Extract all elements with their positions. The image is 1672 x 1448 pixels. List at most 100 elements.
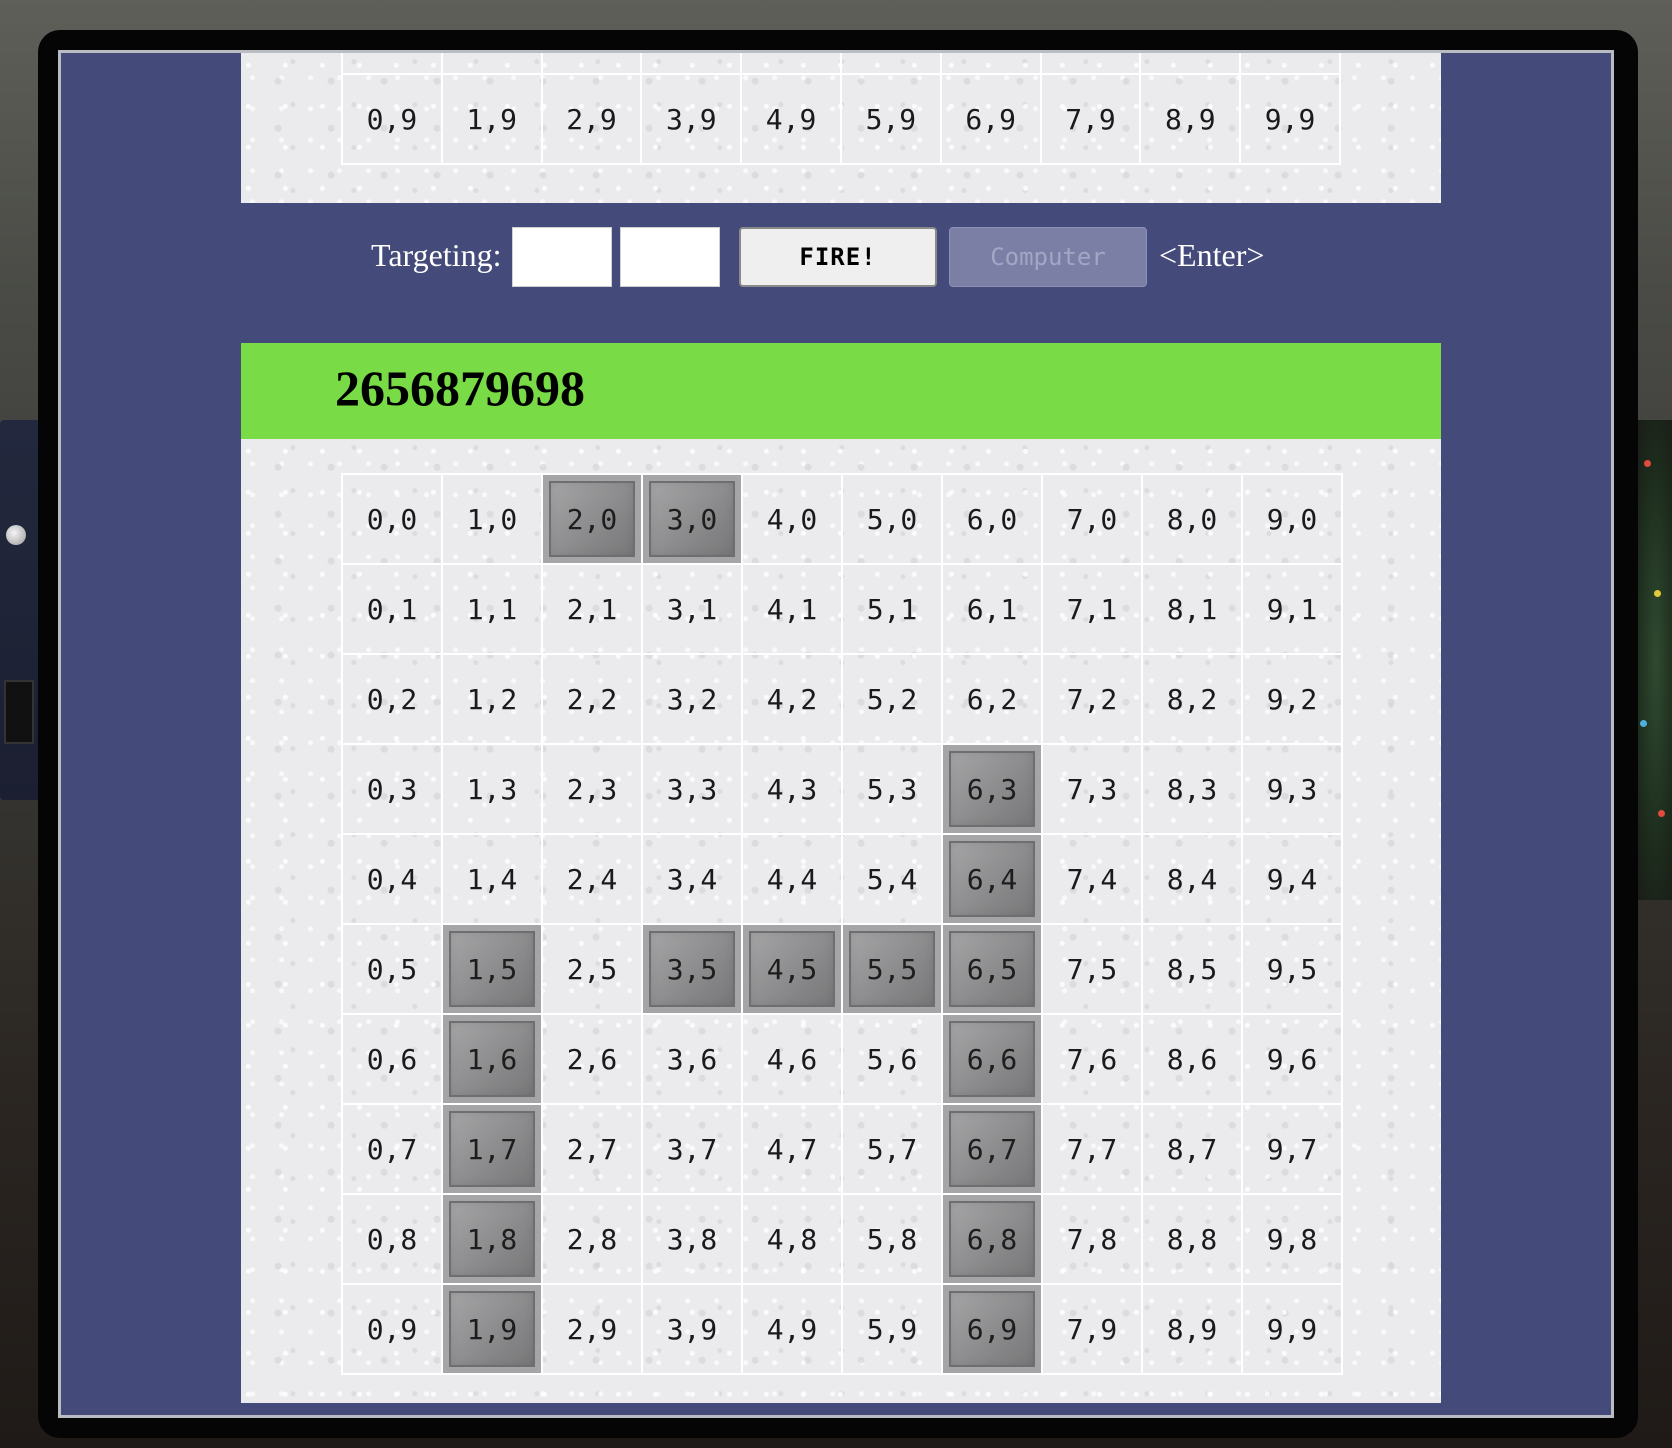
grid-cell[interactable]: 9,4 (1241, 833, 1343, 925)
grid-cell[interactable]: 6,0 (941, 473, 1043, 565)
grid-cell[interactable]: 9,1 (1241, 563, 1343, 655)
grid-cell[interactable]: 7,8 (1041, 1193, 1143, 1285)
grid-cell[interactable]: 9,0 (1241, 473, 1343, 565)
grid-cell[interactable]: 8,2 (1141, 653, 1243, 745)
grid-cell[interactable] (1239, 53, 1341, 75)
grid-cell[interactable]: 2,7 (541, 1103, 643, 1195)
grid-cell[interactable]: 1,4 (441, 833, 543, 925)
grid-cell[interactable]: 5,1 (841, 563, 943, 655)
grid-cell[interactable]: 2,2 (541, 653, 643, 745)
grid-cell[interactable]: 8,8 (1141, 1193, 1243, 1285)
grid-cell[interactable]: 3,4 (641, 833, 743, 925)
grid-cell[interactable]: 7,2 (1041, 653, 1143, 745)
grid-cell[interactable] (1139, 53, 1242, 75)
ship-cell[interactable]: 6,6 (941, 1013, 1043, 1105)
grid-cell[interactable]: 7,0 (1041, 473, 1143, 565)
ship-cell[interactable]: 6,3 (941, 743, 1043, 835)
ship-cell[interactable]: 6,8 (941, 1193, 1043, 1285)
ship-cell[interactable]: 5,5 (841, 923, 943, 1015)
grid-cell[interactable]: 9,2 (1241, 653, 1343, 745)
grid-cell[interactable] (540, 53, 643, 75)
grid-cell[interactable]: 4,2 (741, 653, 843, 745)
grid-cell[interactable]: 5,9 (841, 1283, 943, 1375)
grid-cell[interactable]: 7,4 (1041, 833, 1143, 925)
fire-button[interactable]: FIRE! (739, 227, 937, 287)
grid-cell[interactable]: 1,9 (440, 73, 543, 165)
grid-cell[interactable]: 4,9 (740, 73, 842, 165)
grid-cell[interactable]: 3,1 (641, 563, 743, 655)
grid-cell[interactable] (1039, 53, 1142, 75)
grid-cell[interactable]: 8,7 (1141, 1103, 1243, 1195)
grid-cell[interactable]: 3,6 (641, 1013, 743, 1105)
grid-cell[interactable]: 0,7 (341, 1103, 443, 1195)
grid-cell[interactable]: 4,7 (741, 1103, 843, 1195)
grid-cell[interactable]: 7,3 (1041, 743, 1143, 835)
grid-cell[interactable]: 3,9 (641, 1283, 743, 1375)
grid-cell[interactable]: 2,8 (541, 1193, 643, 1285)
grid-cell[interactable]: 0,3 (341, 743, 443, 835)
grid-cell[interactable]: 9,9 (1241, 1283, 1343, 1375)
grid-cell[interactable]: 7,7 (1041, 1103, 1143, 1195)
grid-cell[interactable]: 7,1 (1041, 563, 1143, 655)
ship-cell[interactable]: 4,5 (741, 923, 843, 1015)
grid-cell[interactable]: 3,9 (640, 73, 743, 165)
ship-cell[interactable]: 6,9 (941, 1283, 1043, 1375)
grid-cell[interactable]: 5,3 (841, 743, 943, 835)
grid-cell[interactable]: 0,0 (341, 473, 443, 565)
grid-cell[interactable]: 5,9 (839, 73, 942, 165)
grid-cell[interactable]: 9,7 (1241, 1103, 1343, 1195)
grid-cell[interactable]: 5,7 (841, 1103, 943, 1195)
ship-cell[interactable]: 1,6 (441, 1013, 543, 1105)
ship-cell[interactable]: 1,5 (441, 923, 543, 1015)
grid-cell[interactable]: 0,8 (341, 1193, 443, 1285)
grid-cell[interactable]: 6,2 (941, 653, 1043, 745)
grid-cell[interactable] (440, 53, 543, 75)
grid-cell[interactable] (839, 53, 942, 75)
grid-cell[interactable]: 4,0 (741, 473, 843, 565)
grid-cell[interactable]: 0,9 (341, 1283, 443, 1375)
grid-cell[interactable]: 4,3 (741, 743, 843, 835)
grid-cell[interactable]: 2,4 (541, 833, 643, 925)
grid-cell[interactable]: 0,5 (341, 923, 443, 1015)
grid-cell[interactable]: 6,9 (939, 73, 1042, 165)
grid-cell[interactable]: 8,6 (1141, 1013, 1243, 1105)
grid-cell[interactable]: 0,9 (341, 73, 443, 165)
grid-cell[interactable]: 1,0 (441, 473, 543, 565)
computer-button[interactable]: Computer (949, 227, 1147, 287)
grid-cell[interactable]: 7,6 (1041, 1013, 1143, 1105)
grid-cell[interactable] (640, 53, 743, 75)
grid-cell[interactable]: 2,6 (541, 1013, 643, 1105)
grid-cell[interactable]: 0,6 (341, 1013, 443, 1105)
grid-cell[interactable]: 8,9 (1141, 1283, 1243, 1375)
grid-cell[interactable] (341, 53, 443, 75)
ship-cell[interactable]: 1,7 (441, 1103, 543, 1195)
grid-cell[interactable]: 7,5 (1041, 923, 1143, 1015)
grid-cell[interactable]: 5,2 (841, 653, 943, 745)
target-y-input[interactable] (620, 227, 720, 287)
grid-cell[interactable]: 2,3 (541, 743, 643, 835)
grid-cell[interactable]: 2,9 (540, 73, 643, 165)
grid-cell[interactable]: 9,3 (1241, 743, 1343, 835)
grid-cell[interactable]: 4,6 (741, 1013, 843, 1105)
ship-cell[interactable]: 6,7 (941, 1103, 1043, 1195)
grid-cell[interactable]: 8,3 (1141, 743, 1243, 835)
grid-cell[interactable]: 5,4 (841, 833, 943, 925)
grid-cell[interactable]: 2,1 (541, 563, 643, 655)
grid-cell[interactable]: 3,8 (641, 1193, 743, 1285)
grid-cell[interactable]: 0,2 (341, 653, 443, 745)
grid-cell[interactable]: 9,5 (1241, 923, 1343, 1015)
grid-cell[interactable]: 1,2 (441, 653, 543, 745)
grid-cell[interactable]: 3,2 (641, 653, 743, 745)
ship-cell[interactable]: 1,8 (441, 1193, 543, 1285)
grid-cell[interactable]: 3,3 (641, 743, 743, 835)
grid-cell[interactable]: 0,1 (341, 563, 443, 655)
grid-cell[interactable]: 2,9 (541, 1283, 643, 1375)
grid-cell[interactable]: 4,4 (741, 833, 843, 925)
grid-cell[interactable]: 7,9 (1041, 1283, 1143, 1375)
grid-cell[interactable] (740, 53, 842, 75)
grid-cell[interactable]: 7,9 (1039, 73, 1142, 165)
grid-cell[interactable]: 4,1 (741, 563, 843, 655)
grid-cell[interactable]: 5,6 (841, 1013, 943, 1105)
grid-cell[interactable]: 8,5 (1141, 923, 1243, 1015)
ship-cell[interactable]: 2,0 (541, 473, 643, 565)
